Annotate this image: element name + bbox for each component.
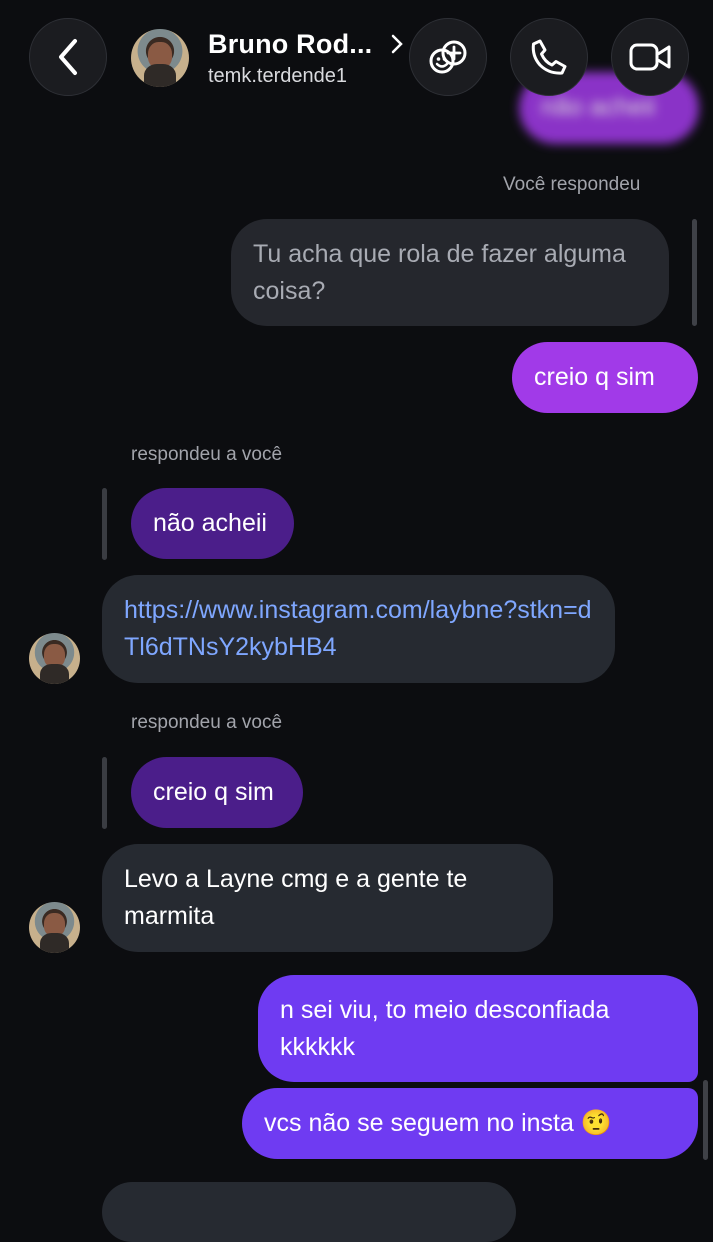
back-button[interactable] [29,18,107,96]
contact-username: temk.terdende1 [208,65,347,87]
contact-avatar[interactable] [131,29,189,87]
video-camera-icon [629,43,671,71]
outgoing-message[interactable]: vcs não se seguem no insta 🤨 [242,1088,698,1159]
chevron-right-icon[interactable] [390,34,404,54]
replied-to-you-label: respondeu a você [131,444,283,465]
incoming-message[interactable]: Levo a Layne cmg e a gente te marmita [102,844,553,952]
you-replied-label: Você respondeu [503,174,641,195]
outgoing-message[interactable]: n sei viu, to meio desconfiada kkkkkk [258,975,698,1082]
quoted-message[interactable]: não acheii [131,488,294,559]
phone-icon [531,39,567,75]
video-call-button[interactable] [611,18,689,96]
contact-name[interactable]: Bruno Rod... [208,29,372,60]
outgoing-message[interactable]: creio q sim [512,342,698,413]
sender-avatar[interactable] [29,633,80,684]
quote-bar [102,488,107,560]
quote-bar [102,757,107,829]
sender-avatar[interactable] [29,902,80,953]
quote-bar [692,219,697,326]
quoted-message[interactable]: Tu acha que rola de fazer alguma coisa? [231,219,669,326]
scrollbar[interactable] [703,1080,708,1160]
partial-message-bottom [102,1182,516,1242]
games-button[interactable] [409,18,487,96]
link-message[interactable]: https://www.instagram.com/laybne?stkn=dT… [102,575,615,683]
replied-to-you-label: respondeu a você [131,712,283,733]
call-button[interactable] [510,18,588,96]
chevron-left-icon [59,39,77,75]
quoted-message[interactable]: creio q sim [131,757,303,828]
game-controller-icon [429,40,467,74]
